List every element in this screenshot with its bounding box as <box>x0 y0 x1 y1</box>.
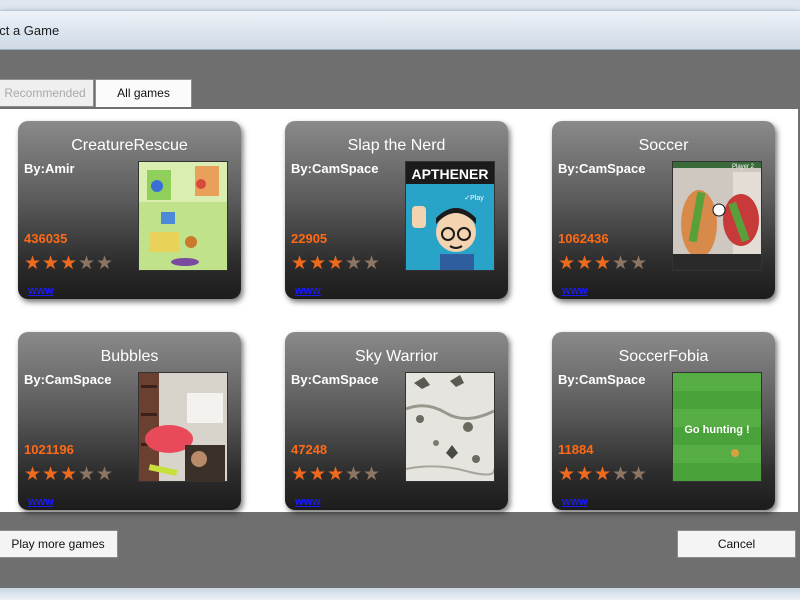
rating-stars: ★★★★★ <box>24 253 114 274</box>
bubbles-thumbnail[interactable] <box>138 372 228 482</box>
play-more-games-button[interactable]: Play more games <box>0 530 118 558</box>
star-filled-icon: ★ <box>594 253 612 274</box>
star-empty-icon: ★ <box>78 253 96 274</box>
thumb-play-text: ✓Play <box>464 195 484 202</box>
star-filled-icon: ★ <box>291 464 309 485</box>
rating-stars: ★★★★★ <box>24 464 114 485</box>
game-play-count: 1062436 <box>558 231 609 246</box>
title-bar[interactable]: ect a Game <box>0 11 800 50</box>
game-title: Bubbles <box>100 348 159 365</box>
star-empty-icon: ★ <box>345 253 363 274</box>
game-play-count: 11884 <box>558 442 594 457</box>
star-filled-icon: ★ <box>576 253 594 274</box>
game-author: By:Amir <box>24 161 75 176</box>
rating-stars: ★★★★★ <box>291 464 381 485</box>
thumb-hunting-text: Go hunting ! <box>684 424 749 436</box>
cancel-button[interactable]: Cancel <box>677 530 796 558</box>
star-filled-icon: ★ <box>558 464 576 485</box>
game-title: CreatureRescue <box>71 137 188 154</box>
star-filled-icon: ★ <box>309 253 327 274</box>
game-title: Slap the Nerd <box>347 137 446 154</box>
thumb-player-text: Player 2 <box>732 164 755 170</box>
star-filled-icon: ★ <box>60 464 78 485</box>
game-author: By:CamSpace <box>291 161 379 176</box>
game-title: Sky Warrior <box>355 348 438 365</box>
soccer-thumbnail[interactable]: Player 2 <box>672 161 762 271</box>
star-filled-icon: ★ <box>291 253 309 274</box>
star-empty-icon: ★ <box>612 253 630 274</box>
game-play-count: 47248 <box>291 442 328 457</box>
game-author: By:CamSpace <box>24 372 112 387</box>
game-card-sky-warrior[interactable]: Sky Warrior By:CamSpace 47248 ★★★★★ www <box>285 332 508 510</box>
game-play-count: 22905 <box>291 231 328 246</box>
game-play-count: 1021196 <box>24 442 74 457</box>
star-filled-icon: ★ <box>24 253 42 274</box>
game-link[interactable]: www <box>295 285 321 297</box>
tab-all-games[interactable]: All games <box>95 79 192 107</box>
game-link[interactable]: www <box>562 496 588 508</box>
sky-warrior-thumbnail[interactable] <box>405 372 495 482</box>
rating-stars: ★★★★★ <box>291 253 381 274</box>
star-empty-icon: ★ <box>363 253 381 274</box>
thumb-logo-text: APTHENER <box>411 166 488 182</box>
star-filled-icon: ★ <box>327 464 345 485</box>
star-empty-icon: ★ <box>630 253 648 274</box>
game-title: Soccer <box>638 137 689 154</box>
window-title: ect a Game <box>0 23 60 38</box>
game-author: By:CamSpace <box>291 372 379 387</box>
game-link[interactable]: www <box>295 496 321 508</box>
game-card-slap-the-nerd[interactable]: Slap the Nerd By:CamSpace 22905 ★★★★★ ww… <box>285 121 508 299</box>
tab-recommended[interactable]: Recommended <box>0 79 94 107</box>
star-filled-icon: ★ <box>24 464 42 485</box>
star-filled-icon: ★ <box>42 253 60 274</box>
rating-stars: ★★★★★ <box>558 253 648 274</box>
star-filled-icon: ★ <box>309 464 327 485</box>
star-empty-icon: ★ <box>96 253 114 274</box>
slap-the-nerd-thumbnail[interactable]: APTHENER ✓Play <box>405 161 495 271</box>
star-empty-icon: ★ <box>345 464 363 485</box>
game-title: SoccerFobia <box>618 348 709 365</box>
star-empty-icon: ★ <box>363 464 381 485</box>
game-card-soccerfobia[interactable]: SoccerFobia By:CamSpace 11884 ★★★★★ www … <box>552 332 775 510</box>
star-filled-icon: ★ <box>558 253 576 274</box>
game-card-creature-rescue[interactable]: CreatureRescue By:Amir 436035 ★★★★★ www <box>18 121 241 299</box>
star-empty-icon: ★ <box>78 464 96 485</box>
game-card-soccer[interactable]: Soccer By:CamSpace 1062436 ★★★★★ www Pla… <box>552 121 775 299</box>
star-filled-icon: ★ <box>576 464 594 485</box>
star-empty-icon: ★ <box>630 464 648 485</box>
game-link[interactable]: www <box>28 285 54 297</box>
select-game-window: ect a Game Recommended All games Creatur… <box>0 10 800 589</box>
star-filled-icon: ★ <box>60 253 78 274</box>
game-play-count: 436035 <box>24 231 68 246</box>
games-panel: CreatureRescue By:Amir 436035 ★★★★★ www <box>0 109 798 512</box>
star-filled-icon: ★ <box>42 464 60 485</box>
game-author: By:CamSpace <box>558 161 646 176</box>
game-author: By:CamSpace <box>558 372 646 387</box>
soccerfobia-thumbnail[interactable]: Go hunting ! <box>672 372 762 482</box>
game-card-bubbles[interactable]: Bubbles By:CamSpace 1021196 ★★★★★ www <box>18 332 241 510</box>
star-empty-icon: ★ <box>96 464 114 485</box>
rating-stars: ★★★★★ <box>558 464 648 485</box>
game-link[interactable]: www <box>28 496 54 508</box>
desktop-strip <box>0 588 800 600</box>
star-empty-icon: ★ <box>612 464 630 485</box>
star-filled-icon: ★ <box>594 464 612 485</box>
star-filled-icon: ★ <box>327 253 345 274</box>
game-link[interactable]: www <box>562 285 588 297</box>
creature-rescue-thumbnail[interactable] <box>138 161 228 271</box>
